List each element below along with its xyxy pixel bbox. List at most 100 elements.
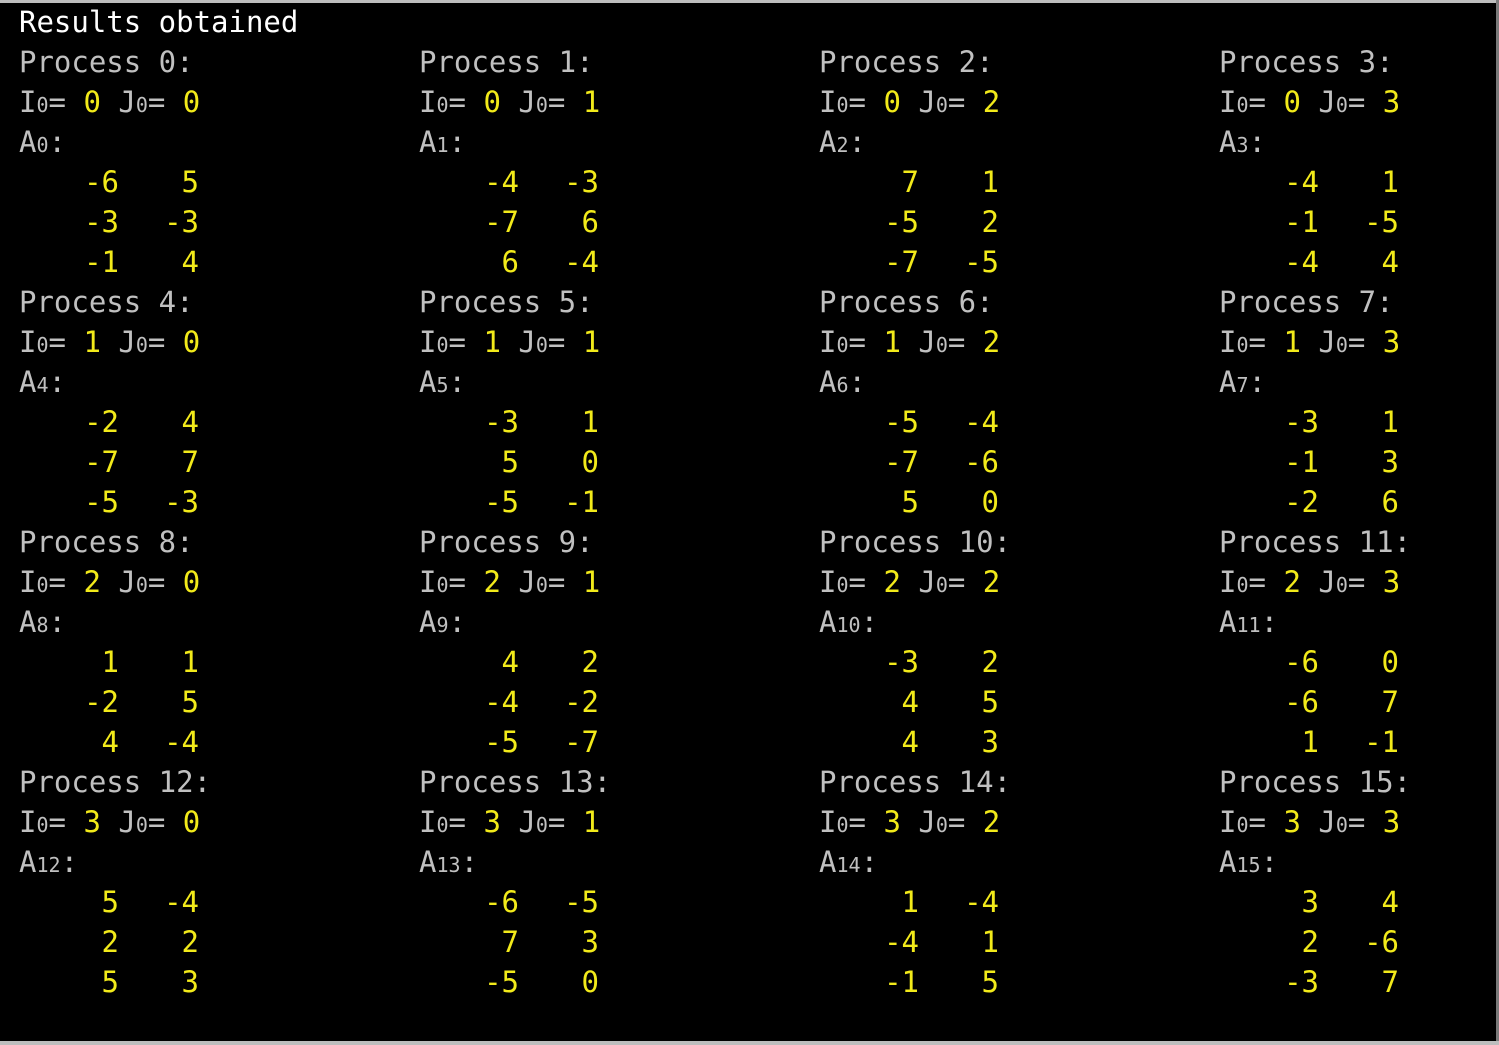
matrix-label: A7: [1219,362,1266,402]
process-header: Process 14: [819,765,1012,799]
matrix-cell: -6 [484,885,519,919]
i-subscript: 0 [1236,333,1249,357]
j0-value: 2 [982,805,1001,839]
process-coordinates: I0= 0 J0= 0 [19,82,200,122]
j-label: J [500,325,536,359]
j-subscript: 0 [535,93,548,117]
i-equals: = [848,805,884,839]
matrix-label: A8: [19,602,66,642]
j-label: J [100,565,136,599]
matrix-label: A10: [819,602,878,642]
matrix-cell: -3 [484,405,519,439]
window-bottom-border [0,1041,1499,1045]
i-label: I [19,325,37,359]
i-equals: = [48,565,84,599]
matrix-cell: 4 [901,725,919,759]
matrix-letter: A [819,125,837,159]
matrix-colon: : [60,845,79,879]
j-equals: = [1347,565,1383,599]
i0-value: 0 [483,85,501,119]
process-block: Process 0: I0= 0 J0= 0 A0: -6 5 -3 -3 -1 4 [19,42,399,282]
process-coordinates: I0= 0 J0= 1 [419,82,600,122]
i-subscript: 0 [436,93,449,117]
matrix-cell: -4 [884,925,919,959]
process-block: Process 8: I0= 2 J0= 0 A8: 1 1 -2 5 4 -4 [19,522,399,762]
process-coordinates: I0= 1 J0= 0 [19,322,200,362]
matrix-cell: -4 [964,405,999,439]
process-block: Process 9: I0= 2 J0= 1 A9: 4 2 -4 -2 -5 -7 [419,522,799,762]
matrix-cell: 7 [901,165,919,199]
i-subscript: 0 [436,813,449,837]
matrix-subscript: 15 [1236,853,1261,877]
matrix-cell: 3 [981,725,999,759]
matrix-colon: : [1260,605,1279,639]
matrix-cell: -4 [1284,165,1319,199]
matrix-cell: 7 [181,445,199,479]
i0-value: 3 [83,805,101,839]
matrix-colon: : [448,605,466,639]
matrix-cell: -2 [84,405,119,439]
process-coordinates: I0= 1 J0= 3 [1219,322,1400,362]
j-equals: = [147,565,183,599]
process-block: Process 2: I0= 0 J0= 2 A2: 7 1 -5 2 -7 -5 [819,42,1199,282]
matrix-cell: 5 [181,685,199,719]
matrix-subscript: 13 [436,853,461,877]
matrix-letter: A [19,365,37,399]
process-header: Process 13: [419,765,612,799]
matrix-cell: 7 [1381,685,1399,719]
matrix-letter: A [1219,365,1237,399]
matrix-cell: 3 [1301,885,1319,919]
j-equals: = [547,565,583,599]
matrix-colon: : [48,605,66,639]
matrix-cell: -5 [884,405,919,439]
i-label: I [819,805,837,839]
matrix-cell: 2 [101,925,119,959]
process-header: Process 6: [819,285,994,319]
process-block: Process 3: I0= 0 J0= 3 A3: -4 1 -1 -5 -4 4 [1219,42,1499,282]
i0-value: 0 [883,85,901,119]
j-subscript: 0 [935,573,948,597]
j0-value: 3 [1382,805,1401,839]
i-subscript: 0 [36,813,49,837]
matrix-cell: 4 [1381,885,1399,919]
matrix-label: A2: [819,122,866,162]
matrix-letter: A [419,605,437,639]
matrix-cell: 5 [981,965,999,999]
matrix-label: A9: [419,602,466,642]
i-equals: = [848,85,884,119]
j-label: J [900,805,936,839]
i-equals: = [448,325,484,359]
matrix-cell: 6 [1381,485,1399,519]
j-subscript: 0 [1335,813,1348,837]
j-equals: = [147,805,183,839]
matrix-cell: -4 [564,245,599,279]
j0-value: 1 [582,325,601,359]
matrix-colon: : [860,605,879,639]
matrix-subscript: 10 [836,613,861,637]
matrix-cell: -7 [84,445,119,479]
i-label: I [1219,85,1237,119]
j-subscript: 0 [535,573,548,597]
matrix-cell: 2 [1301,925,1319,959]
matrix-letter: A [19,845,37,879]
matrix-label: A13: [419,842,478,882]
matrix-cell: -3 [1284,965,1319,999]
j-equals: = [1347,325,1383,359]
matrix-subscript: 7 [1236,373,1249,397]
matrix-cell: -7 [564,725,599,759]
j0-value: 2 [982,85,1001,119]
j-equals: = [147,325,183,359]
process-header: Process 12: [19,765,212,799]
j-label: J [100,805,136,839]
matrix-cell: 4 [1381,245,1399,279]
matrix-cell: 6 [501,245,519,279]
matrix-cell: 4 [501,645,519,679]
i-equals: = [1248,565,1284,599]
process-coordinates: I0= 3 J0= 0 [19,802,200,842]
matrix-label: A12: [19,842,78,882]
matrix-label: A1: [419,122,466,162]
matrix-letter: A [419,365,437,399]
j-label: J [100,85,136,119]
matrix-subscript: 6 [836,373,849,397]
matrix-cell: 0 [981,485,999,519]
